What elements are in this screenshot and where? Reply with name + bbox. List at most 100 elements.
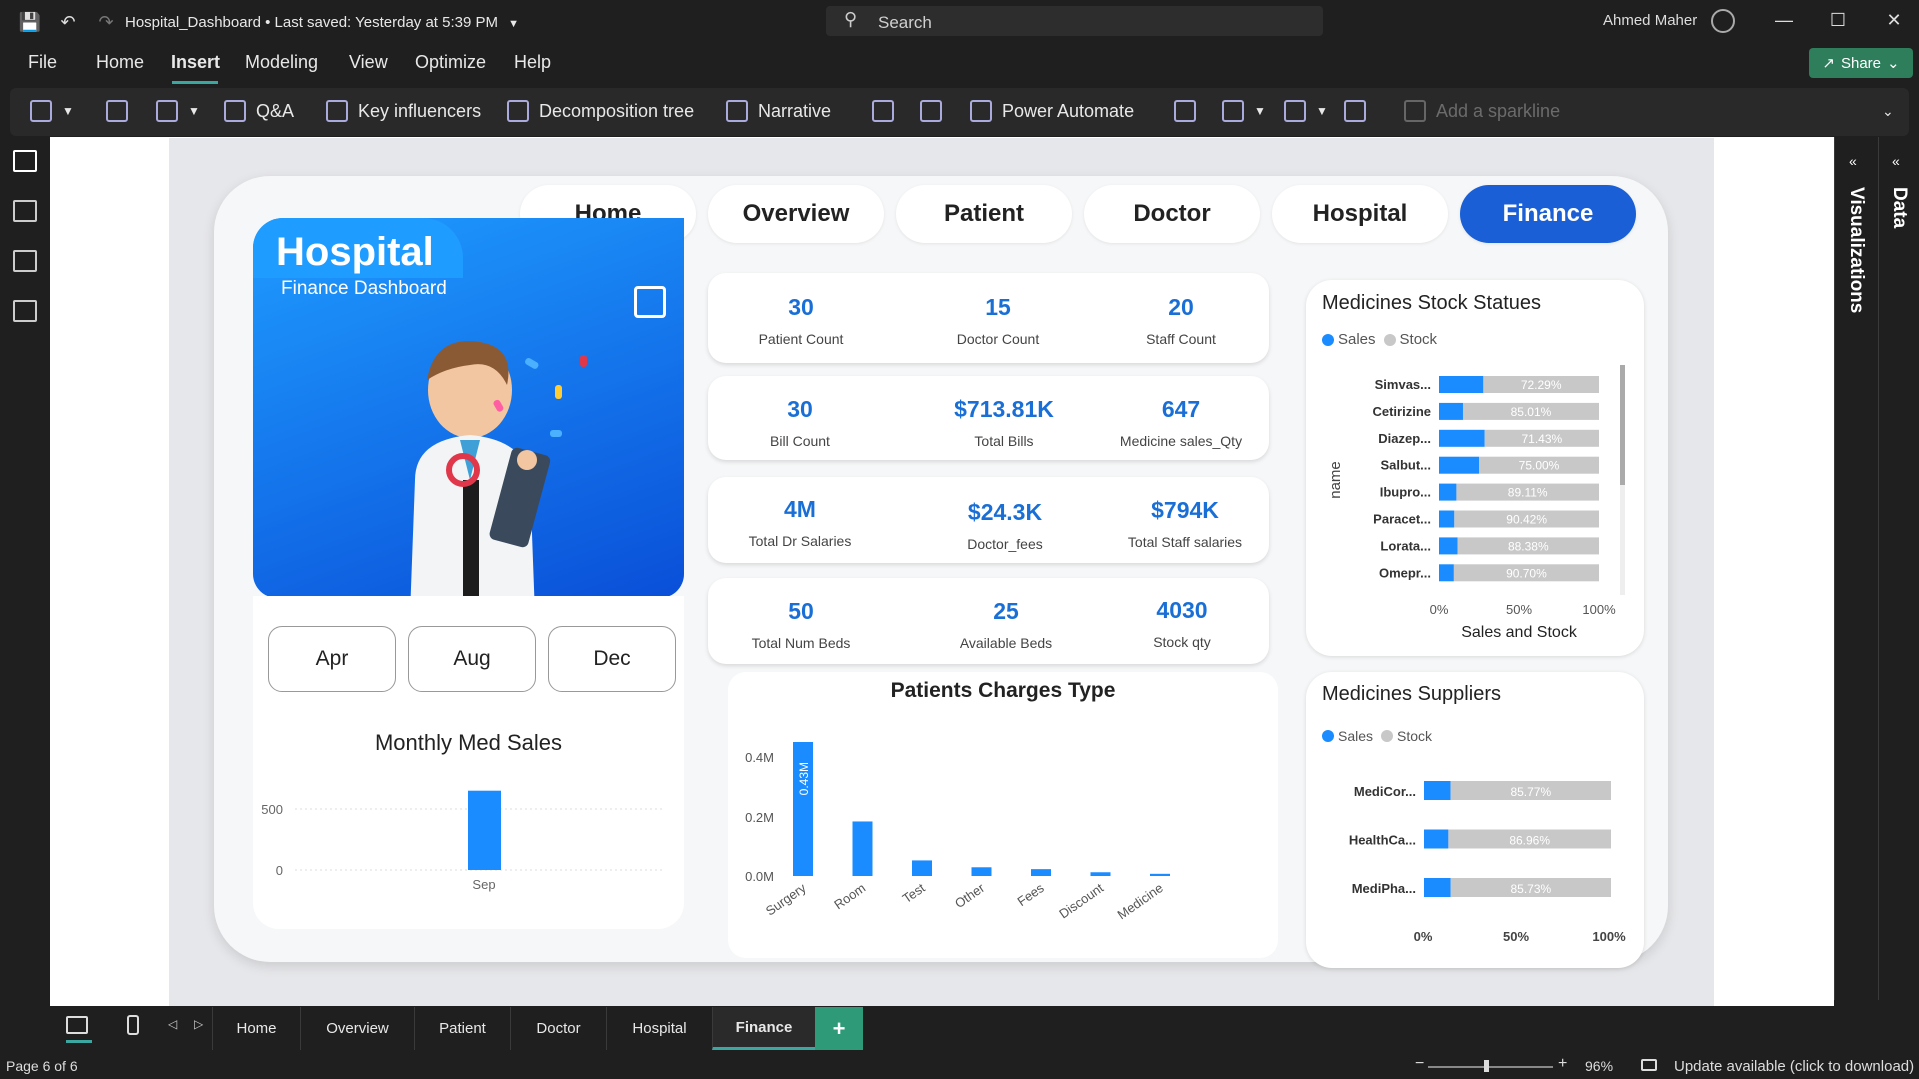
menu-insert[interactable]: Insert <box>171 52 220 73</box>
chevron-down-icon: ▼ <box>508 18 520 30</box>
shapes-button[interactable]: ▼ <box>1284 96 1328 126</box>
menu-optimize[interactable]: Optimize <box>415 52 486 73</box>
sales-bar[interactable] <box>1439 483 1457 501</box>
visualizations-pane[interactable]: « Visualizations <box>1834 137 1878 1000</box>
redo-icon[interactable]: ↷ <box>94 10 118 34</box>
mobile-layout-icon[interactable] <box>127 1015 139 1035</box>
buttons-button[interactable]: ▼ <box>1222 96 1266 126</box>
user-name[interactable]: Ahmed Maher <box>1603 12 1697 29</box>
update-notice[interactable]: Update available (click to download) <box>1674 1058 1914 1075</box>
tab-home[interactable]: Home <box>212 1007 300 1050</box>
menu-modeling[interactable]: Modeling <box>245 52 318 73</box>
fit-to-page-icon[interactable] <box>1641 1059 1657 1071</box>
month-button-aug[interactable]: Aug <box>408 626 536 692</box>
new-visual-button[interactable]: ▼ <box>30 96 74 126</box>
nav-hospital-button[interactable]: Hospital <box>1272 185 1448 243</box>
collapse-icon[interactable]: « <box>1849 153 1857 169</box>
qa-button[interactable]: Q&A <box>224 96 294 126</box>
minimize-icon[interactable]: — <box>1770 10 1798 34</box>
influencers-icon <box>326 100 348 122</box>
bar[interactable] <box>468 790 501 870</box>
sales-bar[interactable] <box>1439 376 1484 393</box>
document-title[interactable]: Hospital_Dashboard • Last saved: Yesterd… <box>125 14 519 31</box>
power-apps-button[interactable] <box>920 96 942 126</box>
zoom-slider-thumb[interactable] <box>1484 1060 1489 1072</box>
ribbon-collapse-icon[interactable]: ⌄ <box>1882 96 1894 126</box>
menu-view[interactable]: View <box>349 52 388 73</box>
bar[interactable] <box>971 867 992 876</box>
bar[interactable] <box>1090 872 1111 876</box>
legend-sales-label[interactable]: Sales <box>1338 728 1373 744</box>
sales-bar[interactable] <box>1424 829 1449 849</box>
x-tick-label: Sep <box>472 877 495 892</box>
stock-status-title: Medicines Stock Statues <box>1322 292 1541 314</box>
close-icon[interactable]: ✕ <box>1880 10 1908 34</box>
menu-file[interactable]: File <box>28 52 57 73</box>
image-button[interactable] <box>1344 96 1366 126</box>
text-box-visual-button[interactable] <box>106 96 128 126</box>
zoom-slider[interactable] <box>1428 1066 1553 1068</box>
text-box-button[interactable] <box>1174 96 1196 126</box>
zoom-out-icon[interactable]: − <box>1415 1055 1424 1073</box>
zoom-in-icon[interactable]: + <box>1558 1055 1567 1073</box>
paginated-report-button[interactable] <box>872 96 894 126</box>
edit-icon[interactable] <box>634 286 666 318</box>
key-influencers-button[interactable]: Key influencers <box>326 96 481 126</box>
avatar[interactable] <box>1711 9 1735 33</box>
sales-bar[interactable] <box>1439 510 1455 528</box>
nav-finance-button[interactable]: Finance <box>1460 185 1636 243</box>
sales-bar[interactable] <box>1424 781 1451 800</box>
power-automate-button[interactable]: Power Automate <box>970 96 1134 126</box>
sales-bar[interactable] <box>1439 402 1463 420</box>
tab-finance[interactable]: Finance <box>712 1007 815 1050</box>
bar[interactable] <box>1150 873 1170 876</box>
report-view-icon[interactable] <box>13 150 37 172</box>
desktop-layout-icon[interactable] <box>66 1016 88 1034</box>
more-visuals-button[interactable]: ▼ <box>156 96 200 126</box>
legend-stock-label[interactable]: Stock <box>1397 728 1432 744</box>
collapse-icon[interactable]: « <box>1892 153 1900 169</box>
nav-overview-button[interactable]: Overview <box>708 185 884 243</box>
share-button[interactable]: ↗ Share ⌄ <box>1809 48 1913 78</box>
sales-bar[interactable] <box>1439 564 1454 582</box>
sales-bar[interactable] <box>1439 537 1458 555</box>
model-view-icon[interactable] <box>13 250 37 272</box>
legend-sales-label[interactable]: Sales <box>1338 331 1376 348</box>
tab-hospital[interactable]: Hospital <box>606 1007 712 1050</box>
previous-tab-icon[interactable]: ◁ <box>168 1017 177 1031</box>
maximize-icon[interactable]: ☐ <box>1824 10 1852 34</box>
tab-patient[interactable]: Patient <box>414 1007 510 1050</box>
bar[interactable] <box>1031 869 1051 876</box>
decomposition-tree-button[interactable]: Decomposition tree <box>507 96 694 126</box>
kpi-staff-count: 20 Staff Count <box>1086 294 1276 347</box>
add-sparkline-button[interactable]: Add a sparkline <box>1404 96 1560 126</box>
menu-home[interactable]: Home <box>96 52 144 73</box>
undo-icon[interactable]: ↶ <box>56 10 80 34</box>
table-view-icon[interactable] <box>13 200 37 222</box>
bar[interactable] <box>912 860 932 876</box>
menu-help[interactable]: Help <box>514 52 551 73</box>
sales-bar[interactable] <box>1439 456 1479 474</box>
tab-doctor[interactable]: Doctor <box>510 1007 606 1050</box>
data-pane[interactable]: « Data <box>1878 137 1919 1000</box>
add-page-button[interactable]: + <box>815 1007 863 1050</box>
legend-stock-label[interactable]: Stock <box>1400 331 1438 348</box>
nav-doctor-button[interactable]: Doctor <box>1084 185 1260 243</box>
data-label: 75.00% <box>1519 459 1560 473</box>
tab-overview[interactable]: Overview <box>300 1007 414 1050</box>
sales-bar[interactable] <box>1439 429 1485 447</box>
month-button-dec[interactable]: Dec <box>548 626 676 692</box>
bar[interactable] <box>852 821 873 876</box>
data-label: 71.43% <box>1522 432 1563 446</box>
search-box[interactable]: ⚲ Search <box>826 6 1323 36</box>
sales-bar[interactable] <box>1424 878 1451 897</box>
category-label: Ibupro... <box>1380 485 1431 500</box>
scrollbar-thumb[interactable] <box>1620 365 1625 485</box>
next-tab-icon[interactable]: ▷ <box>194 1017 203 1031</box>
narrative-button[interactable]: Narrative <box>726 96 831 126</box>
zoom-level[interactable]: 96% <box>1585 1058 1613 1074</box>
nav-patient-button[interactable]: Patient <box>896 185 1072 243</box>
save-icon[interactable]: 💾 <box>18 10 42 34</box>
dax-query-icon[interactable] <box>13 300 37 322</box>
month-button-apr[interactable]: Apr <box>268 626 396 692</box>
